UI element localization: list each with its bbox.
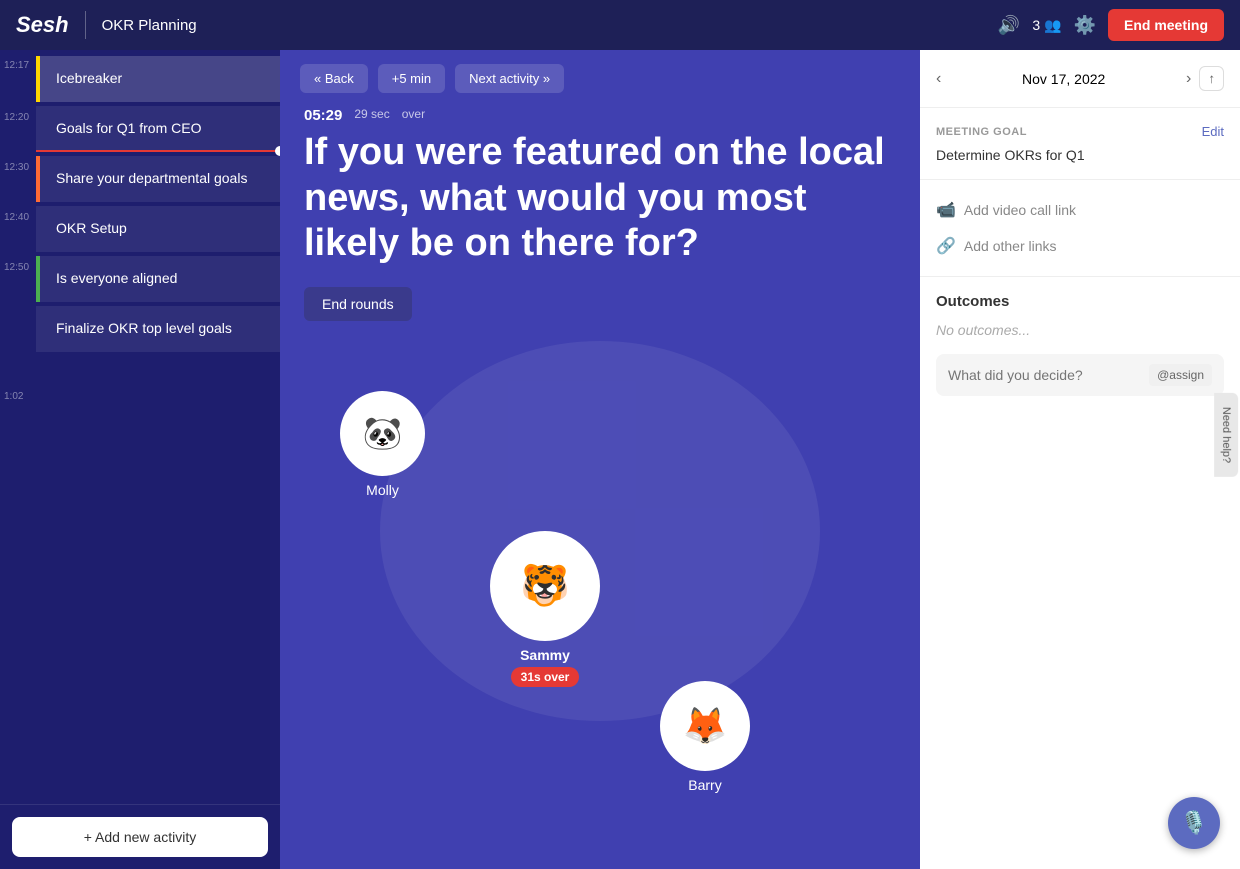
end-rounds-button[interactable]: End rounds [304, 287, 412, 321]
participant-sammy[interactable]: 🐯 Sammy 31s over [490, 531, 600, 687]
sidebar-item-finalize[interactable]: Finalize OKR top level goals [36, 306, 280, 352]
video-link-label: Add video call link [964, 202, 1076, 218]
share-button[interactable]: ↑ [1199, 66, 1224, 91]
add-activity-button[interactable]: + Add new activity [12, 817, 268, 857]
date-prev-button[interactable]: ‹ [936, 70, 941, 88]
edit-goal-link[interactable]: Edit [1202, 124, 1224, 139]
sidebar-item-departmental[interactable]: Share your departmental goals [36, 156, 280, 202]
time-label-1250: 12:50 [4, 262, 29, 273]
content-area: « Back +5 min Next activity » 05:29 29 s… [280, 50, 920, 869]
participants-icon: 👥 [1044, 17, 1061, 34]
sidebar-item-title: Share your departmental goals [56, 170, 247, 186]
participant-barry[interactable]: 🦊 Barry [660, 681, 750, 793]
next-activity-button[interactable]: Next activity » [455, 64, 564, 93]
audio-icon[interactable]: 🔊 [998, 15, 1020, 36]
nav-divider [85, 11, 86, 39]
sidebar-item-title: Is everyone aligned [56, 270, 177, 286]
emoji-sammy: 🐯 [520, 562, 570, 609]
right-panel: ‹ Nov 17, 2022 › ↑ MEETING GOAL Edit Det… [920, 50, 1240, 869]
timer-info: 05:29 29 sec over [304, 107, 896, 124]
name-barry: Barry [688, 777, 721, 793]
sidebar-list: 12:17 Icebreaker 12:20 Goals for Q1 from… [0, 50, 280, 804]
mic-button[interactable]: 🎙️ [1168, 797, 1220, 849]
other-links-label: Add other links [964, 238, 1057, 254]
other-links-row[interactable]: 🔗 Add other links [936, 228, 1224, 264]
sidebar-item-aligned[interactable]: Is everyone aligned [36, 256, 280, 302]
sidebar-item-okr-setup[interactable]: OKR Setup [36, 206, 280, 252]
need-help-tab[interactable]: Need help? [1214, 392, 1238, 476]
name-molly: Molly [366, 482, 399, 498]
participants-button[interactable]: 3 👥 [1032, 17, 1061, 34]
end-meeting-button[interactable]: End meeting [1108, 9, 1224, 41]
nav-right: 🔊 3 👥 ⚙️ End meeting [998, 9, 1224, 41]
date-row: ‹ Nov 17, 2022 › ↑ [920, 50, 1240, 108]
plus5-button[interactable]: +5 min [378, 64, 445, 93]
meeting-goal-text: Determine OKRs for Q1 [936, 147, 1224, 163]
time-label-1240: 12:40 [4, 212, 29, 223]
sidebar-item-title: OKR Setup [56, 220, 127, 236]
sidebar-footer: + Add new activity [0, 804, 280, 869]
big-circle [380, 341, 820, 721]
question-area: 05:29 29 sec over If you were featured o… [280, 107, 920, 331]
assign-button[interactable]: @assign [1149, 364, 1212, 386]
avatar-sammy: 🐯 [490, 531, 600, 641]
participants-count: 3 [1032, 17, 1040, 33]
meeting-title: OKR Planning [102, 17, 982, 34]
main-layout: 12:17 Icebreaker 12:20 Goals for Q1 from… [0, 50, 1240, 869]
sidebar-item-goals[interactable]: Goals for Q1 from CEO [36, 106, 280, 152]
avatar-barry: 🦊 [660, 681, 750, 771]
question-text: If you were featured on the local news, … [304, 130, 896, 267]
date-text: Nov 17, 2022 [949, 71, 1178, 87]
timer-main: 05:29 [304, 107, 342, 124]
time-label-102: 1:02 [4, 391, 23, 402]
sidebar-item-icebreaker[interactable]: Icebreaker [36, 56, 280, 102]
timer-sub1: 29 sec [354, 107, 389, 124]
outcomes-section: Outcomes No outcomes... @assign [920, 277, 1240, 869]
settings-icon[interactable]: ⚙️ [1074, 15, 1096, 36]
top-nav: Sesh OKR Planning 🔊 3 👥 ⚙️ End meeting [0, 0, 1240, 50]
sidebar: 12:17 Icebreaker 12:20 Goals for Q1 from… [0, 50, 280, 869]
emoji-barry: 🦊 [683, 705, 728, 747]
video-icon: 📹 [936, 200, 956, 220]
outcome-input-row: @assign [936, 354, 1224, 396]
time-label-1217: 12:17 [4, 60, 29, 71]
sidebar-item-title: Finalize OKR top level goals [56, 320, 232, 336]
time-label-1230: 12:30 [4, 162, 29, 173]
meeting-goal-section: MEETING GOAL Edit Determine OKRs for Q1 [920, 108, 1240, 180]
links-section: 📹 Add video call link 🔗 Add other links [920, 180, 1240, 277]
participant-molly[interactable]: 🐼 Molly [340, 391, 425, 498]
sidebar-item-title: Icebreaker [56, 70, 122, 86]
over-badge-sammy: 31s over [511, 667, 580, 687]
meeting-goal-header: MEETING GOAL Edit [936, 124, 1224, 139]
emoji-molly: 🐼 [363, 414, 403, 452]
date-next-button[interactable]: › [1186, 70, 1191, 88]
back-button[interactable]: « Back [300, 64, 368, 93]
timer-sub2: over [402, 107, 425, 124]
activity-toolbar: « Back +5 min Next activity » [280, 50, 920, 107]
outcome-input[interactable] [948, 367, 1149, 383]
video-link-row[interactable]: 📹 Add video call link [936, 192, 1224, 228]
sidebar-item-title: Goals for Q1 from CEO [56, 120, 201, 136]
no-outcomes-text: No outcomes... [936, 322, 1224, 338]
meeting-goal-label: MEETING GOAL [936, 126, 1027, 138]
app-logo: Sesh [16, 12, 69, 38]
time-label-1220: 12:20 [4, 112, 29, 123]
avatar-molly: 🐼 [340, 391, 425, 476]
outcomes-title: Outcomes [936, 293, 1224, 310]
link-icon: 🔗 [936, 236, 956, 256]
name-sammy: Sammy [520, 647, 570, 663]
participants-circle-area: 🐼 Molly 🐯 Sammy 31s over 🦊 Barry [280, 331, 920, 869]
